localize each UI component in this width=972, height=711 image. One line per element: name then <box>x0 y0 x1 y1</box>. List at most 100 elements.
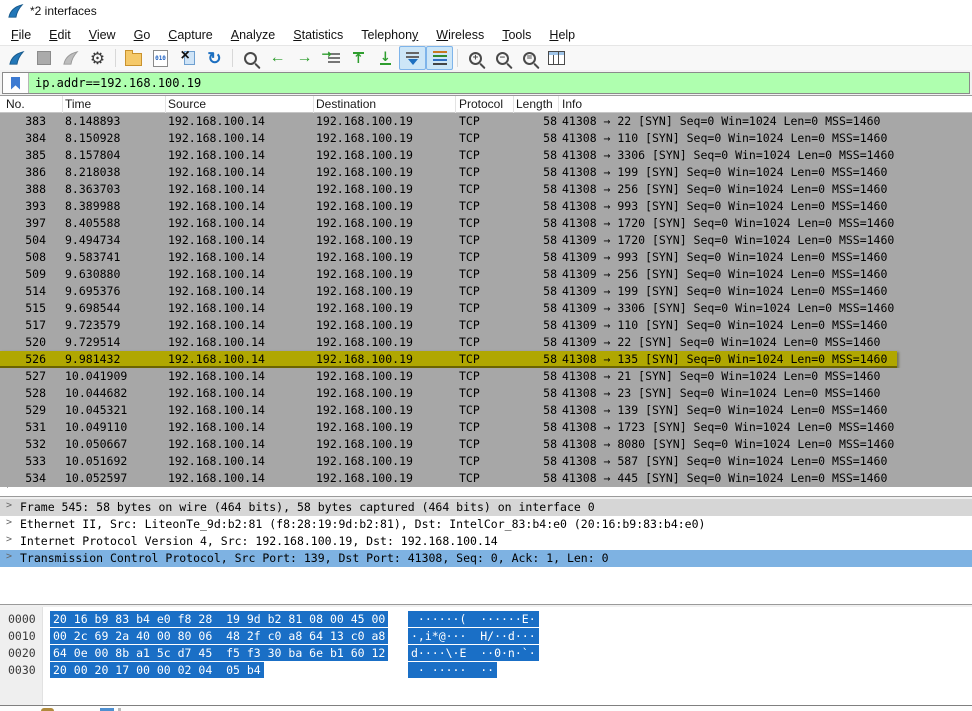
packet-row-534[interactable]: 53410.052597192.168.100.14192.168.100.19… <box>0 470 972 487</box>
menu-file[interactable]: File <box>2 26 40 44</box>
packet-row-384[interactable]: 3848.150928192.168.100.14192.168.100.19T… <box>0 130 972 147</box>
hex-line-0000[interactable]: 000020 16 b9 83 b4 e0 f8 28 19 9d b2 81 … <box>0 611 972 628</box>
open-file-button[interactable] <box>120 46 147 70</box>
menu-analyze[interactable]: Analyze <box>222 26 284 44</box>
expand-chevron-icon[interactable]: > <box>6 534 12 545</box>
hex-bytes[interactable]: 20 00 20 17 00 00 02 04 05 b4 <box>50 662 264 678</box>
expand-chevron-icon[interactable]: > <box>6 500 12 511</box>
packet-row-514[interactable]: 5149.695376192.168.100.14192.168.100.19T… <box>0 283 972 300</box>
go-back-button[interactable]: ← <box>264 46 291 70</box>
save-file-button[interactable]: 010 <box>147 46 174 70</box>
zoom-out-button[interactable]: − <box>489 46 516 70</box>
display-filter-input[interactable] <box>29 73 969 93</box>
zoom-reset-button[interactable]: = <box>516 46 543 70</box>
cell-info: 41308 → 135 [SYN] Seq=0 Win=1024 Len=0 M… <box>562 352 887 366</box>
zoom-in-button[interactable]: + <box>462 46 489 70</box>
column-separator[interactable] <box>62 96 63 113</box>
cell-proto: TCP <box>459 369 480 383</box>
menu-view[interactable]: View <box>80 26 125 44</box>
column-header-destination[interactable]: Destination <box>316 97 376 111</box>
hex-bytes[interactable]: 20 16 b9 83 b4 e0 f8 28 19 9d b2 81 08 0… <box>50 611 388 627</box>
packet-row-527[interactable]: 52710.041909192.168.100.14192.168.100.19… <box>0 368 972 385</box>
packet-row-386[interactable]: 3868.218038192.168.100.14192.168.100.19T… <box>0 164 972 181</box>
cell-proto: TCP <box>459 471 480 485</box>
packet-row-393[interactable]: 3938.389988192.168.100.14192.168.100.19T… <box>0 198 972 215</box>
menu-help[interactable]: Help <box>540 26 584 44</box>
menu-telephony[interactable]: Telephony <box>352 26 427 44</box>
packet-row-528[interactable]: 52810.044682192.168.100.14192.168.100.19… <box>0 385 972 402</box>
cell-info: 41308 → 139 [SYN] Seq=0 Win=1024 Len=0 M… <box>562 403 887 417</box>
packet-row-388[interactable]: 3888.363703192.168.100.14192.168.100.19T… <box>0 181 972 198</box>
detail-line-3[interactable]: >Transmission Control Protocol, Src Port… <box>0 550 972 567</box>
menu-go[interactable]: Go <box>125 26 160 44</box>
packet-row-531[interactable]: 53110.049110192.168.100.14192.168.100.19… <box>0 419 972 436</box>
packet-row-385[interactable]: 3858.157804192.168.100.14192.168.100.19T… <box>0 147 972 164</box>
hex-ascii[interactable]: · ····· ·· <box>408 662 497 678</box>
column-header-time[interactable]: Time <box>65 97 91 111</box>
expand-chevron-icon[interactable]: > <box>6 551 12 562</box>
menu-capture[interactable]: Capture <box>159 26 221 44</box>
hex-ascii[interactable]: ·,i*@··· H/··d··· <box>408 628 539 644</box>
menu-edit[interactable]: Edit <box>40 26 80 44</box>
column-header-length[interactable]: Length <box>516 97 553 111</box>
restart-capture-button[interactable] <box>57 46 84 70</box>
cell-proto: TCP <box>459 284 480 298</box>
column-header-protocol[interactable]: Protocol <box>459 97 503 111</box>
menu-wireless[interactable]: Wireless <box>427 26 493 44</box>
hex-ascii[interactable]: ······( ······E· <box>408 611 539 627</box>
detail-line-2[interactable]: >Internet Protocol Version 4, Src: 192.1… <box>0 533 972 550</box>
auto-scroll-toggle[interactable] <box>399 46 426 70</box>
column-separator[interactable] <box>455 96 456 113</box>
detail-line-0[interactable]: >Frame 545: 58 bytes on wire (464 bits),… <box>0 499 972 516</box>
hex-bytes[interactable]: 64 0e 00 8b a1 5c d7 45 f5 f3 30 ba 6e b… <box>50 645 388 661</box>
packet-row-383[interactable]: 3838.148893192.168.100.14192.168.100.19T… <box>0 113 972 130</box>
cell-len: 58 <box>512 352 557 366</box>
resize-columns-button[interactable] <box>543 46 570 70</box>
packet-row-529[interactable]: 52910.045321192.168.100.14192.168.100.19… <box>0 402 972 419</box>
filter-bookmark-button[interactable] <box>3 73 29 93</box>
capture-options-button[interactable]: ⚙ <box>84 46 111 70</box>
go-to-last-packet-button[interactable]: ↓ <box>372 46 399 70</box>
find-packet-button[interactable] <box>237 46 264 70</box>
find-packet-icon <box>244 52 257 65</box>
menu-statistics[interactable]: Statistics <box>284 26 352 44</box>
hex-line-0020[interactable]: 002064 0e 00 8b a1 5c d7 45 f5 f3 30 ba … <box>0 645 972 662</box>
packet-row-504[interactable]: 5049.494734192.168.100.14192.168.100.19T… <box>0 232 972 249</box>
packet-list: 3838.148893192.168.100.14192.168.100.19T… <box>0 113 972 496</box>
column-separator[interactable] <box>313 96 314 113</box>
column-header-info[interactable]: Info <box>562 97 582 111</box>
packet-row-533[interactable]: 53310.051692192.168.100.14192.168.100.19… <box>0 453 972 470</box>
packet-row-509[interactable]: 5099.630880192.168.100.14192.168.100.19T… <box>0 266 972 283</box>
column-header-no[interactable]: No. <box>6 97 25 111</box>
column-header-source[interactable]: Source <box>168 97 206 111</box>
hex-bytes[interactable]: 00 2c 69 2a 40 00 80 06 48 2f c0 a8 64 1… <box>50 628 388 644</box>
packet-row-520[interactable]: 5209.729514192.168.100.14192.168.100.19T… <box>0 334 972 351</box>
packet-row-532[interactable]: 53210.050667192.168.100.14192.168.100.19… <box>0 436 972 453</box>
packet-row-508[interactable]: 5089.583741192.168.100.14192.168.100.19T… <box>0 249 972 266</box>
detail-line-1[interactable]: >Ethernet II, Src: LiteonTe_9d:b2:81 (f8… <box>0 516 972 533</box>
go-to-packet-button[interactable]: → <box>318 46 345 70</box>
cell-no: 508 <box>0 250 46 264</box>
cell-dst: 192.168.100.19 <box>316 403 413 417</box>
hex-ascii[interactable]: d····\·E ··0·n·`· <box>408 645 539 661</box>
stop-capture-button[interactable] <box>30 46 57 70</box>
filter-bar <box>0 70 972 96</box>
packet-row-515[interactable]: 5159.698544192.168.100.14192.168.100.19T… <box>0 300 972 317</box>
colorize-toggle[interactable] <box>426 46 453 70</box>
packet-row-517[interactable]: 5179.723579192.168.100.14192.168.100.19T… <box>0 317 972 334</box>
hex-line-0030[interactable]: 003020 00 20 17 00 00 02 04 05 b4 · ····… <box>0 662 972 679</box>
start-capture-button[interactable] <box>3 46 30 70</box>
column-separator[interactable] <box>513 96 514 113</box>
reload-button[interactable]: ↻ <box>201 46 228 70</box>
hex-line-0010[interactable]: 001000 2c 69 2a 40 00 80 06 48 2f c0 a8 … <box>0 628 972 645</box>
close-file-button[interactable]: × <box>174 46 201 70</box>
column-separator[interactable] <box>558 96 559 113</box>
expand-chevron-icon[interactable]: > <box>6 517 12 528</box>
menu-tools[interactable]: Tools <box>493 26 540 44</box>
cell-len: 58 <box>512 216 557 230</box>
go-forward-button[interactable]: → <box>291 46 318 70</box>
column-separator[interactable] <box>165 96 166 113</box>
packet-row-397[interactable]: 3978.405588192.168.100.14192.168.100.19T… <box>0 215 972 232</box>
packet-row-526[interactable]: 5269.981432192.168.100.14192.168.100.19T… <box>0 351 972 368</box>
go-to-first-packet-button[interactable]: ↑ <box>345 46 372 70</box>
